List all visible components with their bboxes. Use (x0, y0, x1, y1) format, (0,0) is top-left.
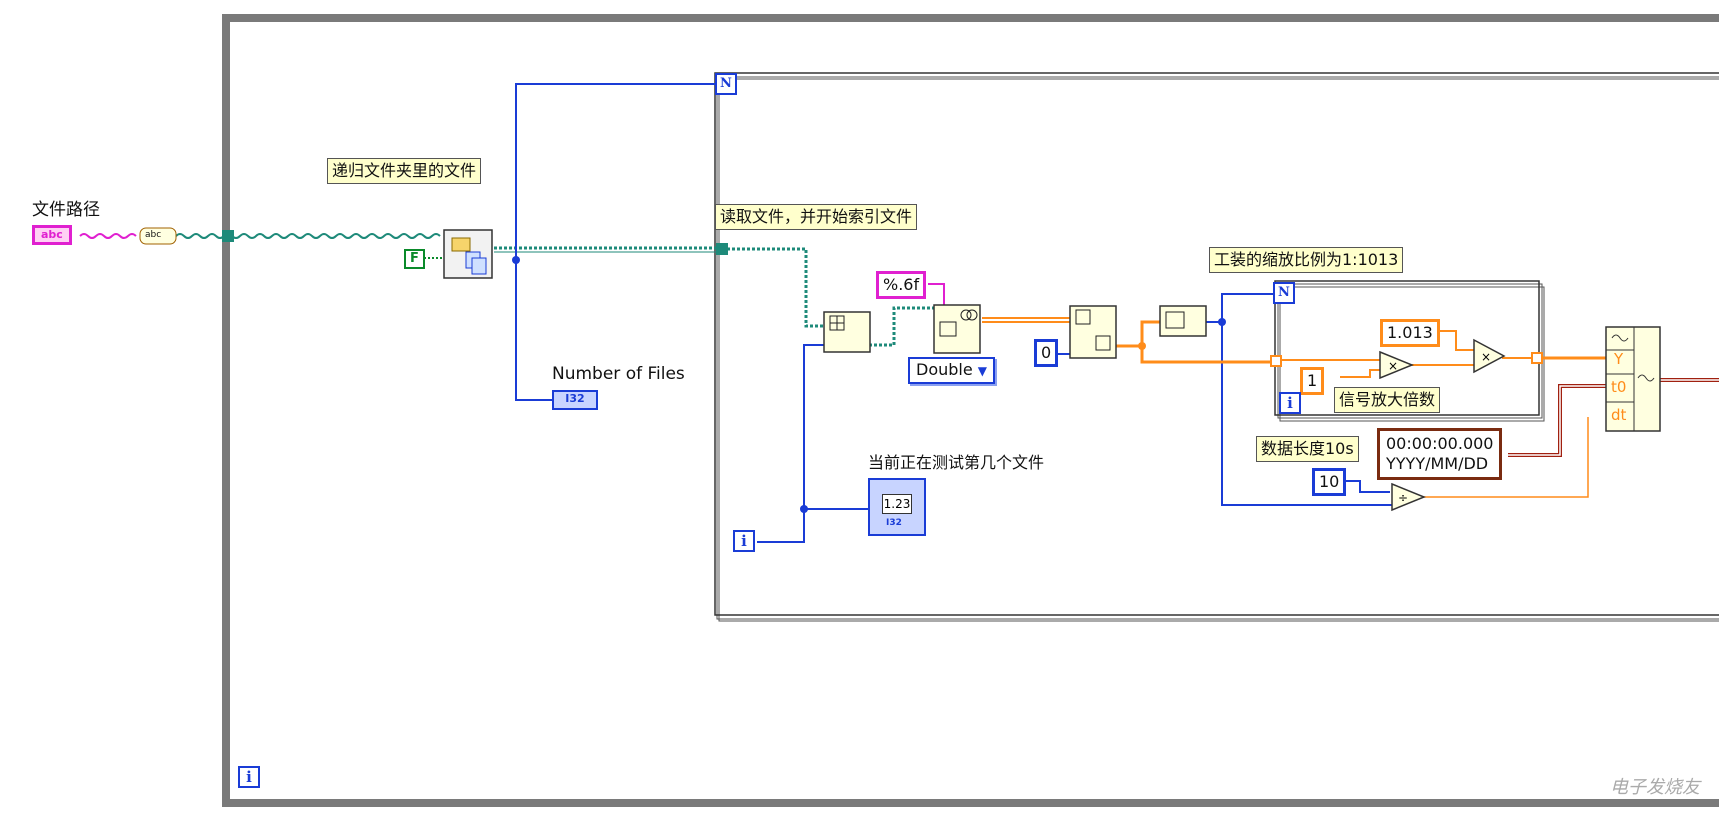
current-file-indicator-type: I32 (886, 518, 902, 528)
path-wire (175, 233, 441, 239)
waveform-t0-terminal: t0 (1611, 378, 1627, 396)
index-zero-constant[interactable]: 0 (1034, 339, 1059, 367)
multiply-node-2: × (1473, 338, 1506, 374)
type-dropdown[interactable]: Double ▼ (908, 357, 996, 384)
scale-factor-constant[interactable]: 1.013 (1380, 319, 1440, 347)
false-constant[interactable]: F (404, 249, 425, 269)
divide-node: ÷ (1391, 482, 1426, 512)
chevron-down-icon: ▼ (977, 364, 988, 378)
file-path-label: 文件路径 (32, 200, 100, 220)
format-constant[interactable]: %.6f (876, 271, 927, 299)
inner-loop-n-terminal: N (1273, 282, 1295, 304)
while-loop-i-terminal: i (238, 766, 260, 788)
ten-constant[interactable]: 10 (1312, 468, 1347, 496)
file-path-control[interactable]: abc (32, 225, 72, 245)
type-dropdown-value: Double (916, 360, 973, 379)
current-file-indicator-value: 1.23 (882, 494, 912, 514)
comment-recursive: 递归文件夹里的文件 (327, 158, 482, 184)
comment-data-length: 数据长度10s (1256, 436, 1359, 462)
timestamp-date: YYYY/MM/DD (1386, 454, 1489, 473)
for-loop-i-terminal: i (733, 530, 755, 552)
outer-while-loop (222, 14, 1719, 807)
gain-constant[interactable]: 1 (1300, 367, 1325, 395)
string-to-path-text: abc (145, 230, 162, 240)
watermark: 电子发烧友 (1610, 777, 1700, 798)
waveform-dt-terminal: dt (1611, 406, 1627, 424)
array-size-node (1159, 305, 1207, 337)
comment-gain: 信号放大倍数 (1334, 387, 1441, 413)
comment-read-file: 读取文件，并开始索引文件 (715, 204, 918, 230)
index-array-node (1069, 305, 1117, 359)
diagram-canvas: × × ÷ (79, 14, 1719, 807)
number-of-files-label: Number of Files (552, 364, 685, 384)
timestamp-constant[interactable]: 00:00:00.000 YYYY/MM/DD (1377, 428, 1503, 480)
comment-scale: 工装的缩放比例为1:1013 (1209, 247, 1404, 273)
recursive-file-list-node (443, 229, 493, 279)
for-loop-n-terminal: N (715, 73, 737, 95)
inner-loop-i-terminal: i (1279, 392, 1301, 414)
svg-text:×: × (1481, 350, 1491, 364)
waveform-y-terminal: Y (1614, 350, 1624, 368)
timestamp-time: 00:00:00.000 (1386, 434, 1494, 453)
svg-text:÷: ÷ (1398, 491, 1408, 505)
current-file-label: 当前正在测试第几个文件 (868, 453, 1045, 472)
number-of-files-indicator[interactable]: I32 (552, 390, 598, 410)
read-spreadsheet-node (823, 311, 871, 353)
multiply-node-1: × (1379, 350, 1414, 380)
block-diagram: × × ÷ 文件路径 abc abc 递归文件夹里的文件 F Number of… (0, 0, 1719, 821)
read-delimited-node (933, 304, 981, 354)
svg-text:×: × (1388, 359, 1398, 373)
current-file-indicator[interactable]: 1.23 I32 (868, 478, 926, 536)
